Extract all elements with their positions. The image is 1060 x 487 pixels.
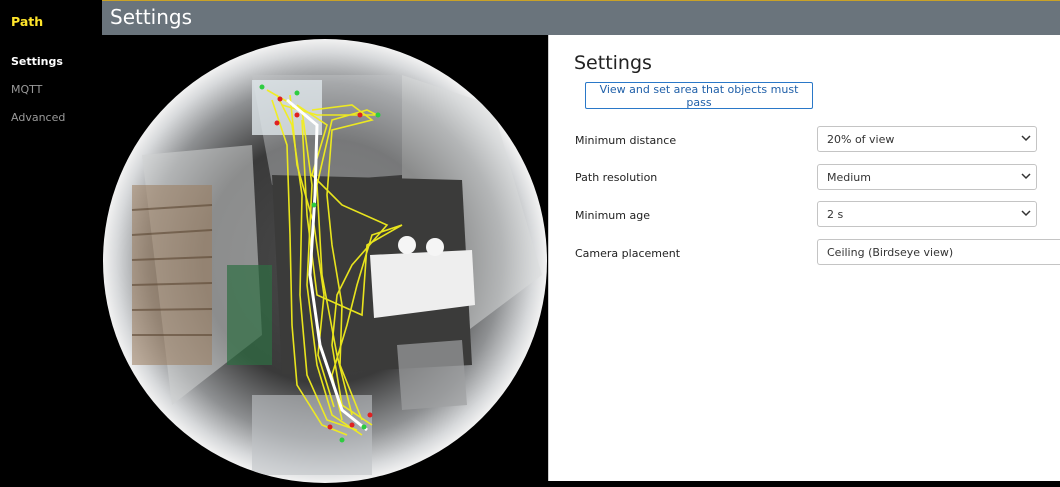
view-set-area-button[interactable]: View and set area that objects must pass [585, 82, 813, 109]
path-resolution-value: Medium [827, 171, 871, 184]
sidebar: Path Settings MQTT Advanced [0, 0, 102, 483]
header-bar: Settings [102, 0, 1060, 35]
minimum-age-label: Minimum age [575, 209, 650, 222]
path-resolution-select[interactable]: Medium [817, 164, 1037, 190]
minimum-distance-value: 20% of view [827, 133, 895, 146]
path-resolution-label: Path resolution [575, 171, 658, 184]
minimum-age-select[interactable]: 2 s [817, 201, 1037, 227]
settings-panel: Settings View and set area that objects … [548, 35, 1060, 481]
sidebar-item-mqtt[interactable]: MQTT [11, 83, 42, 96]
fisheye-camera-image [103, 39, 547, 483]
chevron-down-icon [1021, 210, 1031, 217]
sidebar-item-advanced[interactable]: Advanced [11, 111, 65, 124]
minimum-distance-select[interactable]: 20% of view [817, 126, 1037, 152]
chevron-down-icon [1021, 135, 1031, 142]
page-title: Settings [110, 5, 193, 29]
camera-view[interactable] [102, 35, 548, 483]
sidebar-item-settings[interactable]: Settings [11, 55, 63, 68]
app-title: Path [11, 14, 44, 29]
panel-title: Settings [574, 52, 652, 74]
chevron-down-icon [1021, 173, 1031, 180]
camera-placement-select[interactable]: Ceiling (Birdseye view) [817, 239, 1060, 265]
camera-placement-value: Ceiling (Birdseye view) [827, 246, 954, 259]
minimum-age-value: 2 s [827, 208, 844, 221]
minimum-distance-label: Minimum distance [575, 134, 677, 147]
camera-placement-label: Camera placement [575, 247, 681, 260]
